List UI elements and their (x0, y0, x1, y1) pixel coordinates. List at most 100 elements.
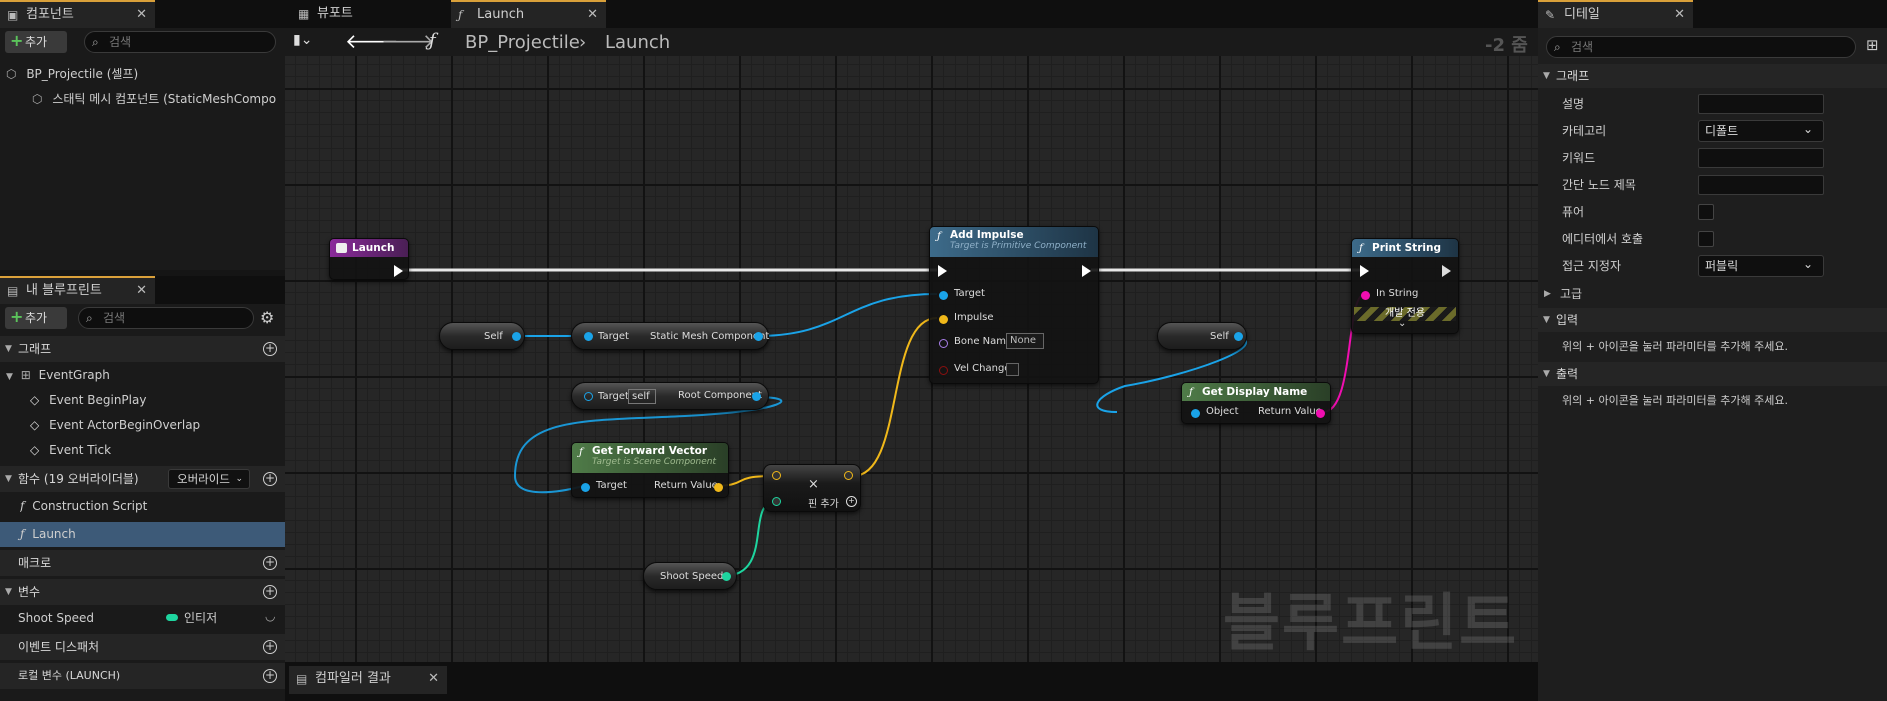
add-member-button[interactable]: + 추가 (5, 307, 67, 329)
target-pin[interactable] (584, 332, 593, 341)
tab-compiler-results[interactable]: ▤ 컴파일러 결과 ✕ (289, 666, 447, 694)
exec-out-pin[interactable] (1442, 265, 1451, 277)
tab-details[interactable]: ✎ 디테일 ✕ (1538, 0, 1693, 28)
bone-name-pin[interactable] (939, 339, 948, 348)
add-graph-icon[interactable]: + (263, 342, 277, 356)
self-out-pin[interactable] (512, 332, 521, 341)
static-mesh-getter-node[interactable]: Target Static Mesh Component (571, 322, 769, 350)
add-component-button[interactable]: + 추가 (5, 31, 67, 53)
section-dispatchers[interactable]: 이벤트 디스패처 + (0, 634, 285, 660)
close-icon[interactable]: ✕ (136, 278, 147, 304)
pure-checkbox[interactable] (1698, 204, 1714, 220)
target-pin[interactable] (581, 483, 590, 492)
section-macros[interactable]: 매크로 + (0, 550, 285, 576)
add-dispatcher-icon[interactable]: + (263, 640, 277, 654)
details-section-outputs[interactable]: ▼ 출력 (1538, 362, 1887, 386)
detail-row-call-in-editor: 에디터에서 호출 (1538, 226, 1887, 252)
impulse-pin[interactable] (939, 315, 948, 324)
breadcrumb-current[interactable]: Launch (605, 32, 670, 53)
exec-out-pin[interactable] (394, 265, 403, 277)
tab-viewport[interactable]: ▦ 뷰포트 (291, 0, 446, 28)
return-value-pin[interactable] (1316, 409, 1325, 418)
function-item-selected[interactable]: ƒ Launch (0, 522, 285, 547)
event-item[interactable]: ◇ Event ActorBeginOverlap (30, 413, 280, 437)
tab-launch[interactable]: ƒ Launch ✕ (451, 0, 606, 28)
close-icon[interactable]: ✕ (428, 666, 439, 692)
tab-components[interactable]: ▣ 컴포넌트 ✕ (0, 0, 155, 28)
launch-node[interactable]: Launch (329, 238, 409, 280)
multiply-node[interactable]: × 핀 추가 + (763, 464, 861, 512)
compact-title-field[interactable] (1698, 175, 1824, 195)
details-section-inputs[interactable]: ▼ 입력 (1538, 308, 1887, 332)
description-field[interactable] (1698, 94, 1824, 114)
return-value-pin[interactable] (714, 483, 723, 492)
myblueprint-search-input[interactable]: ⌕ 검색 (78, 307, 254, 329)
exec-out-pin[interactable] (1082, 265, 1091, 277)
chevron-down-icon[interactable]: ⌄ (1398, 318, 1406, 329)
root-component-node[interactable]: Target self Root Component (571, 382, 769, 410)
variable-item[interactable]: Shoot Speed 인티저 ◡ (18, 606, 283, 630)
event-item[interactable]: ◇ Event Tick (30, 438, 280, 462)
section-graphs[interactable]: ▼ 그래프 + (0, 336, 285, 362)
event-graph-item[interactable]: ▼ ⊞ EventGraph (6, 363, 276, 387)
object-pin[interactable] (1191, 409, 1200, 418)
forward-arrow-icon[interactable]: 🡒 (381, 29, 435, 53)
section-local-variables[interactable]: 로컬 변수 (LAUNCH) + (0, 663, 285, 689)
vel-change-checkbox[interactable] (1006, 363, 1019, 376)
shoot-speed-node[interactable]: Shoot Speed (643, 562, 737, 590)
call-in-editor-checkbox[interactable] (1698, 231, 1714, 247)
add-variable-icon[interactable]: + (263, 585, 277, 599)
self-out-pin[interactable] (1234, 332, 1243, 341)
add-local-variable-icon[interactable]: + (263, 669, 277, 683)
add-impulse-node[interactable]: ƒ Add Impulse Target is Primitive Compon… (929, 226, 1099, 384)
in-string-pin[interactable] (1361, 291, 1370, 300)
self-node-2[interactable]: Self (1157, 322, 1247, 350)
bookmark-icon[interactable]: ▮⌄ (293, 32, 312, 48)
exec-in-pin[interactable] (1360, 265, 1369, 277)
eye-icon[interactable]: ◡ (265, 606, 275, 628)
component-item-self[interactable]: ⬡ BP_Projectile (셀프) (6, 62, 276, 86)
details-search-input[interactable]: ⌕ 검색 (1546, 36, 1856, 58)
add-macro-icon[interactable]: + (263, 556, 277, 570)
access-specifier-combo[interactable]: 퍼블릭 ⌄ (1698, 255, 1824, 277)
tab-my-blueprint[interactable]: ▤ 내 블루프린트 ✕ (0, 276, 155, 304)
print-string-node[interactable]: ƒ Print String In String 개발 전용 ⌄ (1351, 238, 1459, 334)
function-item[interactable]: ƒ Construction Script (20, 494, 280, 518)
add-pin-icon[interactable]: + (846, 496, 857, 507)
table-view-icon[interactable]: ⊞ (1866, 36, 1879, 54)
multiply-input-a-pin[interactable] (772, 471, 781, 480)
get-display-name-node[interactable]: ƒ Get Display Name Object Return Value (1181, 382, 1331, 424)
close-icon[interactable]: ✕ (587, 2, 598, 28)
gear-icon[interactable]: ⚙ (260, 308, 274, 327)
multiply-input-b-pin[interactable] (772, 497, 781, 506)
details-section-graph[interactable]: ▼ 그래프 (1538, 64, 1887, 88)
close-icon[interactable]: ✕ (136, 2, 147, 28)
category-combo[interactable]: 디폴트 ⌄ (1698, 120, 1824, 142)
multiply-output-pin[interactable] (844, 471, 853, 480)
shoot-speed-out-pin[interactable] (722, 572, 731, 581)
bone-name-field[interactable]: None (1006, 333, 1044, 349)
add-function-icon[interactable]: + (263, 472, 277, 486)
section-functions[interactable]: ▼ 함수 (19 오버라이더블) 오버라이드 ⌄ + (0, 466, 285, 492)
vel-change-pin[interactable] (939, 366, 948, 375)
breadcrumb-root[interactable]: BP_Projectile (465, 32, 580, 53)
close-icon[interactable]: ✕ (1674, 2, 1685, 28)
self-default-field[interactable]: self (628, 389, 656, 404)
override-dropdown[interactable]: 오버라이드 ⌄ (168, 469, 250, 489)
keywords-field[interactable] (1698, 148, 1824, 168)
component-item-staticmesh[interactable]: ⬡ 스태틱 메시 컴포넌트 (StaticMeshCompo (32, 87, 282, 111)
graph-canvas[interactable]: Launch ƒ Add Impulse Target is Primitive… (285, 56, 1538, 662)
event-item[interactable]: ◇ Event BeginPlay (30, 388, 280, 412)
static-mesh-out-pin[interactable] (754, 332, 763, 341)
root-component-out-pin[interactable] (752, 392, 761, 401)
self-node[interactable]: Self (439, 322, 525, 350)
components-search-input[interactable]: ⌕ 검색 (84, 31, 276, 53)
section-variables[interactable]: ▼ 변수 + (0, 579, 285, 605)
display-name-header: ƒ Get Display Name (1182, 383, 1330, 401)
add-pin-label[interactable]: 핀 추가 (808, 495, 839, 510)
get-forward-vector-node[interactable]: ƒ Get Forward Vector Target is Scene Com… (571, 442, 729, 498)
exec-in-pin[interactable] (938, 265, 947, 277)
target-pin[interactable] (584, 392, 593, 401)
target-pin[interactable] (939, 291, 948, 300)
details-section-advanced[interactable]: ▶ 고급 (1538, 281, 1887, 307)
